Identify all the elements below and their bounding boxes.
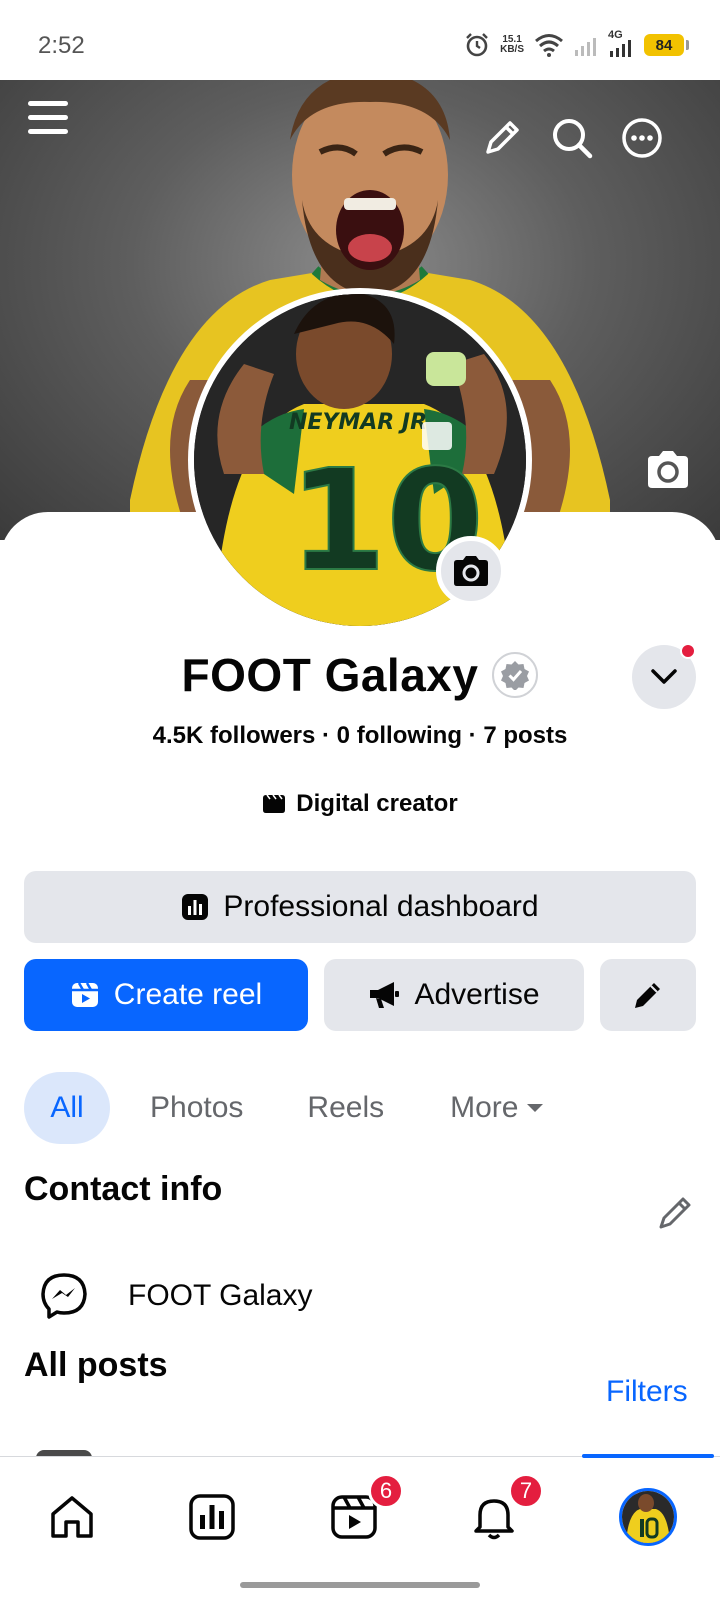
contact-messenger-row[interactable]: FOOT Galaxy — [40, 1268, 312, 1324]
pencil-icon — [486, 121, 519, 154]
profile-avatar-image — [622, 1491, 674, 1543]
notification-dot — [680, 643, 696, 659]
edit-contact-button[interactable] — [656, 1192, 696, 1232]
messenger-icon — [41, 1273, 87, 1319]
tab-more[interactable]: More — [450, 1072, 544, 1144]
net-speed: 15.1 KB/S — [500, 35, 524, 55]
verified-badge[interactable] — [492, 652, 539, 698]
nav-profile[interactable] — [618, 1487, 678, 1547]
home-indicator[interactable] — [240, 1582, 480, 1588]
edit-button[interactable] — [600, 959, 696, 1031]
home-icon — [51, 1496, 93, 1538]
search-button[interactable] — [550, 116, 594, 160]
status-icons: 15.1 KB/S 4G 84 — [464, 29, 689, 60]
edit-profile-button[interactable] — [480, 116, 524, 160]
professional-dashboard-button[interactable]: Professional dashboard — [24, 871, 696, 943]
signal-weak-icon — [575, 38, 596, 56]
pencil-icon — [659, 1197, 691, 1229]
create-reel-button[interactable]: Create reel — [24, 959, 308, 1031]
camera-icon — [648, 451, 688, 488]
all-posts-title: All posts — [24, 1346, 168, 1384]
verified-badge-icon — [501, 661, 530, 690]
page-title: FOOT Galaxy — [181, 649, 479, 701]
profile-name-row: FOOT Galaxy — [0, 648, 720, 702]
creator-category-icon — [263, 794, 286, 813]
megaphone-icon — [370, 982, 400, 1008]
pencil-icon — [635, 983, 660, 1008]
create-reel-label: Create reel — [113, 978, 263, 1011]
hamburger-menu-icon — [28, 101, 68, 134]
wifi-icon — [535, 34, 563, 57]
caret-down-icon — [527, 1104, 544, 1112]
profile-stats[interactable]: 4.5K followers · 0 following · 7 posts — [0, 722, 720, 750]
bottom-navigation: 6 7 — [0, 1454, 720, 1600]
signal-icon — [610, 40, 631, 57]
camera-icon — [454, 556, 488, 586]
category-label: Digital creator — [296, 790, 458, 817]
nav-home[interactable] — [42, 1487, 102, 1547]
profile-avatar — [619, 1488, 677, 1546]
chevron-down-icon — [651, 669, 677, 684]
status-bar: 2:52 15.1 KB/S 4G 84 — [0, 0, 720, 80]
dashboard-chart-icon — [182, 894, 209, 920]
menu-button[interactable] — [26, 96, 70, 140]
nav-reels[interactable]: 6 — [324, 1473, 404, 1547]
signal-4g: 4G — [608, 29, 634, 58]
tab-more-label: More — [450, 1091, 519, 1124]
reel-icon — [71, 982, 98, 1007]
jersey-name: NEYMAR JR — [289, 410, 427, 435]
profile-tabs: All Photos Reels More — [24, 1072, 544, 1144]
messenger-name: FOOT Galaxy — [128, 1279, 313, 1312]
nav-dashboard[interactable] — [182, 1487, 242, 1547]
more-dots-icon — [622, 118, 662, 158]
tab-photos[interactable]: Photos — [150, 1072, 243, 1144]
profile-category: Digital creator — [0, 790, 720, 821]
more-options-button[interactable] — [620, 116, 664, 160]
net-speed-unit: KB/S — [500, 44, 524, 55]
search-icon — [553, 119, 593, 159]
nav-notifications[interactable]: 7 — [464, 1473, 544, 1547]
reels-badge: 6 — [368, 1473, 404, 1509]
filters-link[interactable]: Filters — [606, 1375, 688, 1409]
battery-indicator: 84 — [644, 34, 689, 56]
tab-reels[interactable]: Reels — [307, 1072, 384, 1144]
professional-dashboard-label: Professional dashboard — [223, 890, 539, 923]
dashboard-icon — [189, 1494, 235, 1540]
notifications-badge: 7 — [508, 1473, 544, 1509]
tab-all[interactable]: All — [24, 1072, 110, 1144]
status-time: 2:52 — [38, 32, 85, 59]
edit-cover-button[interactable] — [644, 450, 692, 494]
edit-profile-picture-button[interactable] — [436, 536, 506, 606]
active-tab-indicator — [582, 1454, 714, 1458]
advertise-button[interactable]: Advertise — [324, 959, 584, 1031]
advertise-label: Advertise — [414, 978, 540, 1011]
alarm-icon — [466, 33, 488, 57]
contact-info-title: Contact info — [24, 1170, 223, 1208]
